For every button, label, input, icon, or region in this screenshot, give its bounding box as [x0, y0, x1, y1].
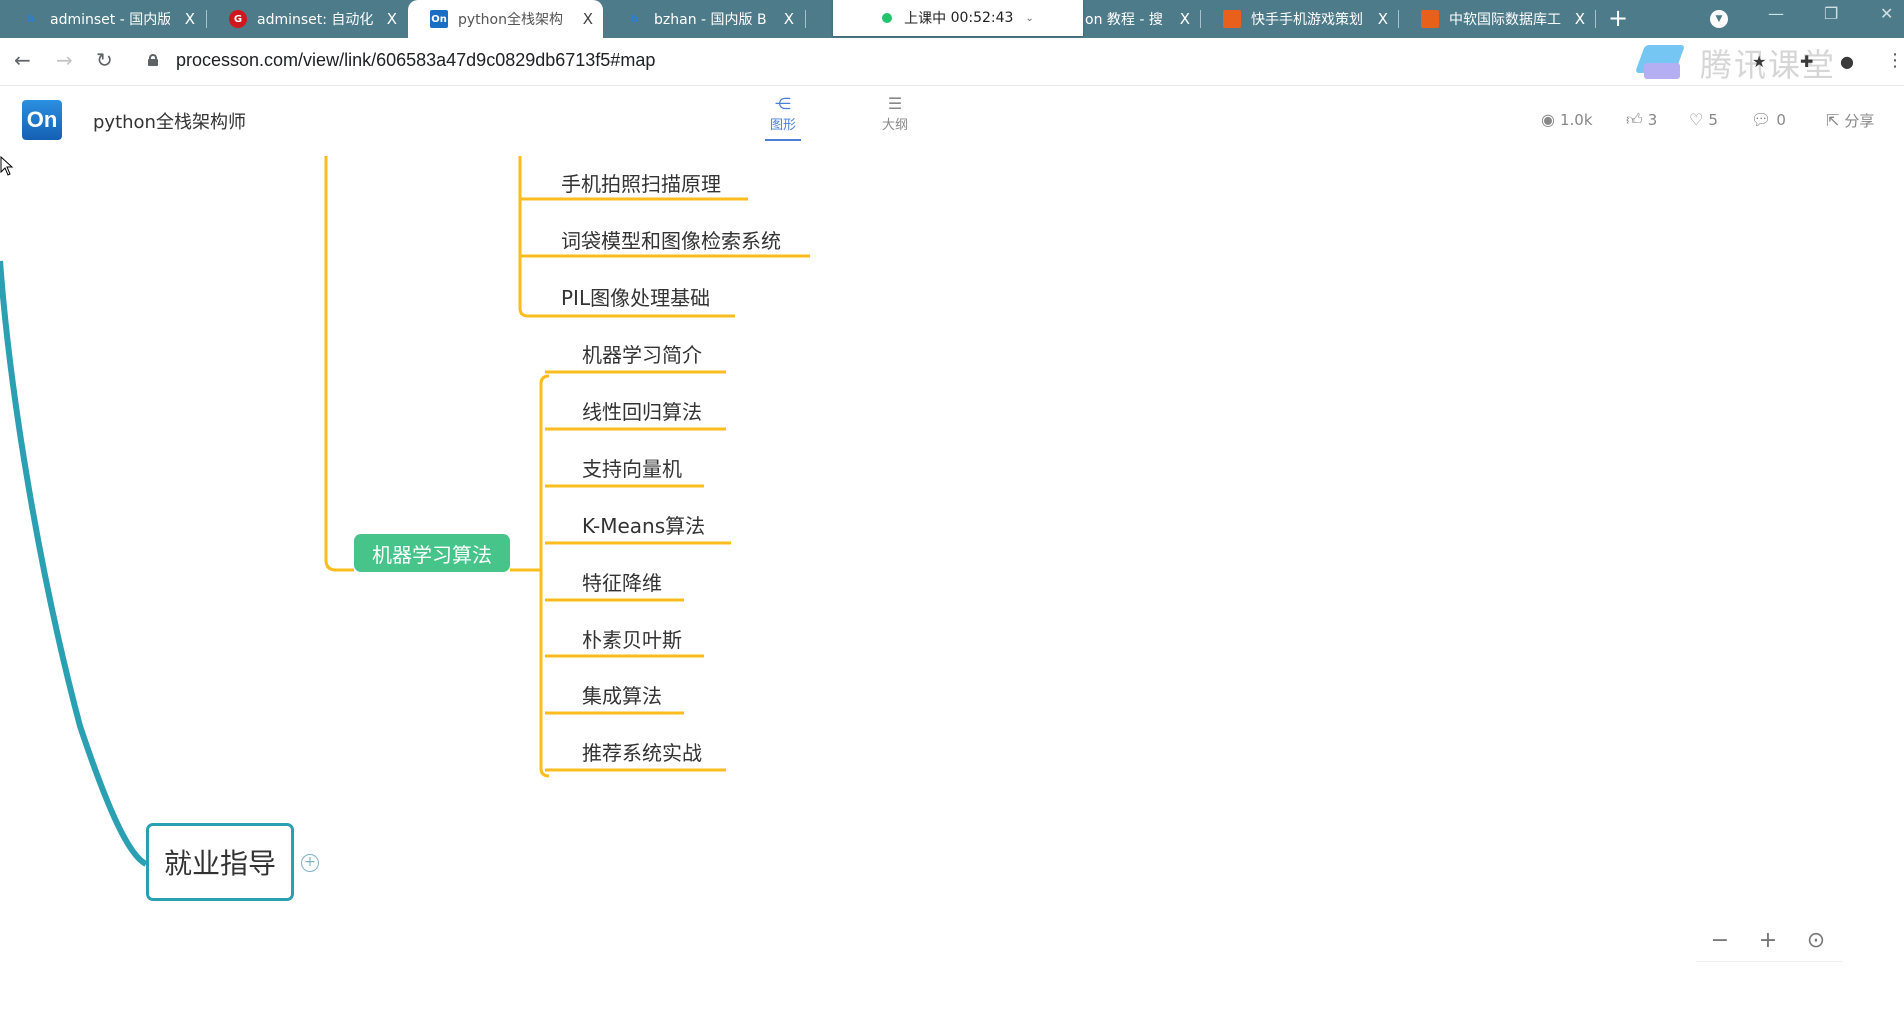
active-tab-indicator — [765, 139, 801, 141]
tab-title: 快手手机游戏策划 — [1251, 12, 1363, 28]
tencent-classroom-logo-icon — [1634, 43, 1694, 83]
zoom-out-icon[interactable]: − — [1696, 928, 1744, 953]
tab-title: bzhan - 国内版 B — [654, 12, 767, 28]
close-icon[interactable]: X — [784, 10, 794, 28]
profile-icon[interactable]: ● — [1840, 52, 1854, 71]
tab-processon[interactable]: On python全栈架构 X — [408, 0, 603, 38]
bookmark-star-icon[interactable]: ★ — [1752, 52, 1766, 71]
mindmap-leaf-node[interactable]: K-Means算法 — [582, 510, 705, 539]
address-bar: ← → ↻ processon.com/view/link/606583a47d… — [0, 38, 1904, 86]
outline-icon: ☰ — [887, 94, 903, 113]
mindmap-canvas[interactable]: 手机拍照扫描原理 词袋模型和图像检索系统 PIL图像处理基础 机器学习算法 机器… — [0, 156, 1904, 1028]
tab-separator — [1595, 10, 1596, 28]
close-icon[interactable]: X — [1180, 10, 1190, 28]
back-icon[interactable]: ← — [14, 48, 31, 72]
browser-menu-icon[interactable]: ⋮ — [1886, 50, 1904, 71]
tab-bzhan[interactable]: b bzhan - 国内版 B X — [604, 0, 804, 38]
tab-mindmap-view[interactable]: ⋲ 图形 — [758, 94, 808, 141]
watermark-text: 腾讯课堂 — [1700, 46, 1837, 84]
zoom-controls: − + ⊙ — [1696, 920, 1842, 962]
g-icon: G — [229, 10, 247, 28]
main-branch-line — [0, 260, 148, 867]
comment-button[interactable]: 💬︎ 0 — [1751, 110, 1786, 129]
tab-label: 图形 — [769, 118, 796, 133]
ml-children-connector — [539, 374, 550, 778]
mindmap-leaf-node[interactable]: 机器学习简介 — [582, 339, 702, 368]
branch-line-to-ml — [324, 156, 354, 572]
mindmap-leaf-node[interactable]: 朴素贝叶斯 — [582, 624, 682, 653]
mindmap-node-ml-algorithms[interactable]: 机器学习算法 — [354, 534, 510, 572]
tab-adminset-github[interactable]: G adminset: 自动化 X — [207, 0, 407, 38]
class-time: 00:52:43 — [950, 10, 1014, 26]
class-timer[interactable]: 上课中 00:52:43 ⌄ — [833, 0, 1083, 36]
heart-icon: ♡ — [1689, 110, 1704, 129]
upper-leaves-connector — [518, 156, 529, 318]
new-tab-button[interactable]: + — [1608, 4, 1628, 32]
comment-icon: 💬︎ — [1751, 110, 1772, 129]
mindmap-node-career-guidance[interactable]: 就业指导 — [146, 823, 294, 901]
mindmap-leaf-node[interactable]: 特征降维 — [582, 567, 662, 596]
tab-search-icon[interactable]: ▼ — [1710, 10, 1728, 28]
close-icon[interactable]: X — [1378, 10, 1388, 28]
share-button[interactable]: ⇱ 分享 — [1826, 110, 1874, 131]
favorite-button[interactable]: ♡ 5 — [1689, 110, 1718, 129]
tab-title: python全栈架构 — [458, 12, 563, 28]
document-title: python全栈架构师 — [93, 112, 246, 133]
close-icon[interactable]: X — [583, 10, 593, 28]
tab-title: on 教程 - 搜 — [1085, 12, 1163, 28]
processon-logo[interactable]: On — [22, 100, 62, 140]
tab-kuaishou[interactable]: 快手手机游戏策划 X — [1201, 0, 1398, 38]
reload-icon[interactable]: ↻ — [96, 48, 113, 72]
mindmap-icon: ⋲ — [775, 94, 791, 113]
mindmap-leaf-node[interactable]: 推荐系统实战 — [582, 737, 702, 766]
thumbs-up-icon: 👍︎ — [1626, 110, 1643, 129]
eye-icon: ◉ — [1541, 110, 1555, 129]
views-count: ◉ 1.0k — [1541, 110, 1593, 129]
tab-title: adminset - 国内版 — [50, 12, 170, 28]
locate-center-icon[interactable]: ⊙ — [1792, 928, 1840, 953]
zoom-in-icon[interactable]: + — [1744, 928, 1792, 953]
close-icon[interactable]: X — [185, 10, 195, 28]
mindmap-leaf-node[interactable]: 词袋模型和图像检索系统 — [561, 225, 781, 254]
restore-icon[interactable]: ❐ — [1824, 4, 1838, 23]
mindmap-leaf-node[interactable]: PIL图像处理基础 — [561, 282, 710, 311]
bing-icon: b — [27, 13, 35, 25]
share-icon: ⇱ — [1826, 111, 1840, 130]
tab-label: 大纲 — [881, 118, 908, 133]
mouse-cursor-icon — [0, 156, 14, 176]
extensions-icon[interactable]: ✚ — [1800, 52, 1813, 71]
chevron-down-icon[interactable]: ⌄ — [1025, 13, 1033, 24]
tab-outline-view[interactable]: ☰ 大纲 — [870, 94, 920, 133]
forward-icon[interactable]: → — [56, 48, 73, 72]
orange-icon — [1223, 10, 1241, 28]
mindmap-leaf-node[interactable]: 手机拍照扫描原理 — [561, 168, 721, 197]
class-status: 上课中 — [904, 11, 947, 27]
lock-icon — [148, 54, 158, 66]
live-status-icon — [882, 13, 893, 23]
mindmap-leaf-node[interactable]: 支持向量机 — [582, 453, 682, 482]
processon-icon: On — [430, 10, 448, 28]
mindmap-leaf-node[interactable]: 集成算法 — [582, 680, 662, 709]
url-field[interactable]: processon.com/view/link/606583a47d9c0829… — [176, 50, 655, 71]
tab-title: 中软国际数据库工 — [1449, 12, 1561, 28]
bing-icon: b — [631, 13, 639, 25]
close-window-icon[interactable]: ✕ — [1880, 4, 1893, 23]
tab-adminset-bing[interactable]: b adminset - 国内版 X — [0, 0, 205, 38]
like-button[interactable]: 👍︎ 3 — [1626, 110, 1657, 130]
minimize-icon[interactable]: — — [1768, 4, 1784, 23]
close-icon[interactable]: X — [1575, 10, 1585, 28]
expand-node-icon[interactable]: + — [301, 854, 319, 872]
close-icon[interactable]: X — [387, 10, 397, 28]
tab-chinasoft[interactable]: 中软国际数据库工 X — [1399, 0, 1595, 38]
tab-separator — [805, 10, 806, 28]
mindmap-leaf-node[interactable]: 线性回归算法 — [582, 396, 702, 425]
orange-icon — [1421, 10, 1439, 28]
tab-title: adminset: 自动化 — [257, 12, 374, 28]
app-header: On python全栈架构师 ⋲ 图形 ☰ 大纲 ◉ 1.0k 👍︎ 3 ♡ 5… — [0, 86, 1904, 156]
